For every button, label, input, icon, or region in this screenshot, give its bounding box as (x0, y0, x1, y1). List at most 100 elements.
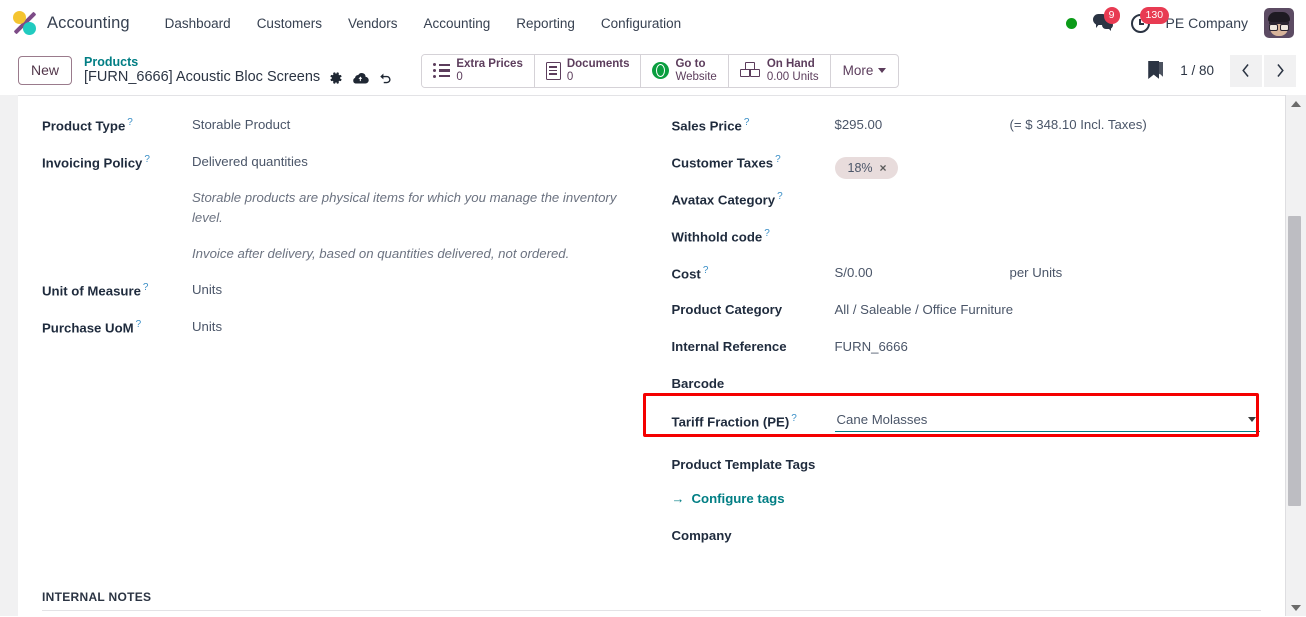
internal-notes-title: INTERNAL NOTES (42, 590, 152, 604)
tariff-fraction-dropdown[interactable]: Cane Molasses (834, 406, 1260, 432)
smart-button-value: Website (675, 70, 717, 83)
field-value[interactable]: Units (192, 312, 628, 334)
note-spacer (42, 184, 192, 228)
sales-price-incl-taxes: (= $ 348.10 Incl. Taxes) (1009, 117, 1147, 132)
content-area: Product Type? Storable Product Invoicing… (0, 95, 1306, 616)
field-product-type: Product Type? Storable Product (42, 110, 628, 147)
menu-dashboard[interactable]: Dashboard (152, 10, 244, 37)
pager-next-button[interactable] (1264, 54, 1296, 87)
note-spacer (42, 240, 192, 264)
field-label: Withhold code? (671, 228, 770, 245)
configure-tags-label: Configure tags (691, 491, 785, 506)
note-storable-row: Storable products are physical items for… (42, 184, 628, 228)
help-marker[interactable]: ? (136, 319, 142, 330)
main-menu: Dashboard Customers Vendors Accounting R… (152, 10, 695, 37)
help-marker[interactable]: ? (744, 117, 750, 128)
field-label: Unit of Measure? (42, 282, 149, 299)
section-divider (42, 610, 1261, 611)
field-cost: Cost? S/0.00 per Units (672, 258, 1262, 295)
user-avatar[interactable] (1264, 8, 1294, 38)
help-marker[interactable]: ? (791, 413, 797, 424)
more-dropdown-button[interactable]: More (831, 55, 899, 87)
help-marker[interactable]: ? (143, 282, 149, 293)
field-label: Internal Reference (671, 339, 787, 354)
field-company: Company (672, 521, 1262, 558)
new-button[interactable]: New (18, 56, 73, 85)
menu-configuration[interactable]: Configuration (588, 10, 694, 37)
scrollbar-thumb[interactable] (1288, 216, 1301, 506)
note-invoice-row: Invoice after delivery, based on quantit… (42, 240, 628, 264)
breadcrumb-parent-products[interactable]: Products (84, 55, 393, 69)
field-value[interactable]: 18% × (834, 147, 1262, 179)
field-value[interactable] (835, 221, 1262, 228)
pager-previous-button[interactable] (1230, 54, 1262, 87)
company-switcher[interactable]: PE Company (1166, 15, 1248, 31)
form-grid: Product Type? Storable Product Invoicing… (18, 96, 1285, 558)
app-name: Accounting (47, 13, 130, 32)
cloud-upload-icon[interactable] (352, 71, 369, 85)
field-value[interactable]: $295.00 (835, 110, 1010, 132)
field-withhold-code: Withhold code? (672, 221, 1262, 258)
document-icon (545, 61, 561, 80)
field-sales-price: Sales Price? $295.00 (= $ 348.10 Incl. T… (672, 110, 1262, 147)
accounting-app-logo-icon (12, 10, 38, 36)
smart-button-documents[interactable]: Documents 0 (534, 54, 642, 87)
scroll-up-button[interactable] (1286, 95, 1306, 112)
help-marker[interactable]: ? (777, 191, 783, 202)
note-invoice-text: Invoice after delivery, based on quantit… (192, 245, 570, 261)
gear-icon[interactable] (329, 71, 343, 85)
field-value[interactable] (835, 450, 1262, 457)
online-status-dot (1065, 17, 1077, 29)
smart-button-value: 0 (456, 70, 463, 83)
pager-buttons (1230, 54, 1296, 87)
control-panel: New Products [FURN_6666] Acoustic Bloc S… (0, 46, 1306, 95)
close-icon[interactable]: × (880, 161, 887, 175)
breadcrumb-current-record: [FURN_6666] Acoustic Bloc Screens (84, 68, 321, 85)
smart-button-extra-prices[interactable]: Extra Prices 0 (422, 54, 535, 87)
field-value[interactable]: S/0.00 (835, 258, 1010, 280)
control-panel-right: 1 / 80 (1148, 54, 1296, 87)
menu-accounting[interactable]: Accounting (411, 10, 504, 37)
field-internal-reference: Internal Reference FURN_6666 (672, 332, 1262, 369)
field-product-category: Product Category All / Saleable / Office… (672, 295, 1262, 332)
field-label: Company (671, 528, 732, 543)
field-value[interactable]: Storable Product (192, 110, 628, 132)
field-value[interactable] (835, 184, 1262, 191)
messages-button[interactable]: 9 (1092, 7, 1120, 32)
help-marker[interactable]: ? (144, 154, 150, 165)
smart-button-on-hand[interactable]: On Hand 0.00 Units (728, 54, 831, 87)
field-label: Invoicing Policy? (42, 154, 150, 171)
menu-vendors[interactable]: Vendors (335, 10, 411, 37)
tax-tag[interactable]: 18% × (834, 157, 898, 179)
help-marker[interactable]: ? (775, 154, 781, 165)
help-marker[interactable]: ? (127, 117, 133, 128)
field-value[interactable]: FURN_6666 (835, 332, 1262, 354)
breadcrumb: Products [FURN_6666] Acoustic Bloc Scree… (84, 55, 393, 87)
field-value[interactable] (835, 521, 1262, 528)
configure-tags-link[interactable]: → Configure tags (672, 491, 785, 506)
field-invoicing-policy: Invoicing Policy? Delivered quantities (42, 147, 628, 184)
vertical-scrollbar[interactable] (1285, 95, 1306, 616)
undo-icon[interactable] (378, 71, 393, 85)
menu-customers[interactable]: Customers (244, 10, 335, 37)
scroll-down-button[interactable] (1286, 599, 1306, 616)
help-marker[interactable]: ? (764, 228, 770, 239)
field-value[interactable] (835, 369, 1262, 376)
internal-notes-section: INTERNAL NOTES (18, 580, 1285, 611)
tax-tag-label: 18% (847, 161, 873, 175)
brand-block[interactable]: Accounting (12, 10, 130, 36)
smart-button-go-to-website[interactable]: Go to Website (641, 54, 729, 87)
field-value[interactable]: Delivered quantities (192, 147, 628, 169)
field-value[interactable]: Units (192, 275, 628, 297)
field-avatax-category: Avatax Category? (672, 184, 1262, 221)
menu-reporting[interactable]: Reporting (503, 10, 588, 37)
scrollbar-track[interactable] (1286, 112, 1306, 599)
field-purchase-uom: Purchase UoM? Units (42, 312, 628, 349)
bookmark-icon[interactable] (1148, 61, 1164, 80)
triangle-up-icon (1291, 100, 1301, 107)
chevron-down-icon[interactable] (1247, 417, 1256, 422)
field-value[interactable]: All / Saleable / Office Furniture (835, 295, 1262, 317)
help-marker[interactable]: ? (703, 265, 709, 276)
navbar-right-tools: 9 130 PE Company (1065, 6, 1296, 38)
activities-button[interactable]: 130 (1130, 6, 1170, 33)
